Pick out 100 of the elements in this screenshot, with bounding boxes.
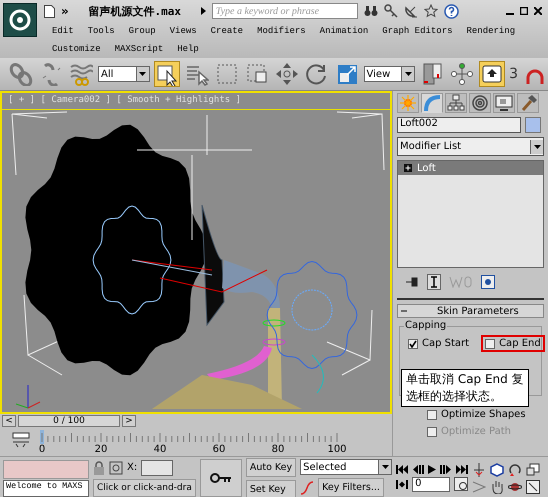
timeline-tick-label: 80 bbox=[272, 444, 284, 455]
monitor-icon bbox=[496, 96, 512, 111]
toolbar-button[interactable] bbox=[449, 61, 476, 87]
timeline-ruler[interactable] bbox=[40, 428, 340, 444]
next-frame-icon[interactable] bbox=[440, 464, 452, 474]
maximize-icon[interactable] bbox=[520, 7, 528, 15]
x-label: X: bbox=[127, 462, 138, 473]
scale-icon bbox=[338, 65, 357, 84]
star-icon[interactable] bbox=[424, 4, 438, 18]
hand-icon[interactable] bbox=[490, 480, 504, 494]
tangent-curve-icon[interactable] bbox=[300, 480, 314, 494]
go-to-end-icon[interactable] bbox=[456, 464, 468, 474]
play-icon[interactable] bbox=[428, 464, 436, 474]
toolbar-button[interactable] bbox=[479, 61, 506, 87]
key-filters-button[interactable]: Key Filters... bbox=[318, 478, 384, 497]
broken-chain-icon bbox=[42, 63, 60, 86]
close-icon[interactable] bbox=[534, 7, 542, 15]
previous-frame-icon[interactable] bbox=[412, 464, 424, 474]
timeline-tick-label: 100 bbox=[327, 444, 347, 455]
stack-item[interactable]: Loft bbox=[398, 161, 543, 175]
checkbox[interactable]: Cap Start bbox=[404, 335, 474, 352]
burst-icon bbox=[399, 94, 417, 112]
menu-item[interactable]: MAXScript bbox=[114, 43, 164, 55]
bent-pipe-icon bbox=[424, 95, 440, 112]
menu-item[interactable]: Animation bbox=[320, 25, 368, 37]
group-label: Capping bbox=[404, 320, 448, 331]
modifier-list-dropdown[interactable]: Modifier List bbox=[397, 137, 544, 156]
panel-tab[interactable] bbox=[493, 93, 515, 113]
menu-item[interactable]: Edit bbox=[52, 25, 74, 37]
menu-item[interactable]: Tools bbox=[88, 25, 115, 37]
expand-arrow-icon[interactable] bbox=[200, 7, 206, 15]
orbit-icon[interactable] bbox=[508, 462, 522, 476]
move-arrows-icon bbox=[276, 63, 298, 85]
show-end-result-icon[interactable] bbox=[427, 274, 441, 290]
key-mode-toggle-icon[interactable] bbox=[396, 480, 408, 488]
region-select-icon bbox=[217, 64, 236, 84]
checkbox[interactable]: Optimize Shapes bbox=[423, 406, 544, 423]
status-prompt: Click or click-and-dra bbox=[93, 478, 196, 496]
menu-item[interactable]: Rendering bbox=[466, 25, 516, 37]
help-icon[interactable] bbox=[444, 4, 459, 18]
menu-item[interactable]: Customize bbox=[52, 43, 101, 55]
new-document-icon[interactable] bbox=[44, 4, 55, 18]
go-to-start-icon[interactable] bbox=[396, 464, 408, 474]
key-icon bbox=[210, 473, 232, 483]
object-name-field[interactable]: Loft002 bbox=[397, 117, 521, 133]
dropdown-arrow-icon bbox=[382, 465, 389, 469]
configure-icon[interactable] bbox=[481, 275, 495, 289]
hierarchy-icon bbox=[448, 94, 464, 110]
menu-item[interactable]: Create bbox=[210, 25, 244, 37]
object-color-swatch[interactable] bbox=[525, 117, 541, 133]
manipulate-icon bbox=[451, 63, 474, 85]
x-coordinate-field[interactable] bbox=[141, 460, 174, 476]
menu-item[interactable]: Views bbox=[170, 25, 197, 37]
curve-editor-icon[interactable] bbox=[12, 432, 30, 448]
panel-tab[interactable] bbox=[469, 93, 491, 113]
hammer-icon bbox=[522, 95, 537, 111]
key-mode-dropdown[interactable]: Selected bbox=[300, 459, 392, 475]
panel-tab[interactable] bbox=[445, 93, 467, 113]
collapse-icon bbox=[401, 308, 407, 314]
window-icon[interactable] bbox=[526, 462, 540, 476]
key-icon[interactable] bbox=[384, 4, 398, 18]
chain-link-icon bbox=[10, 63, 32, 86]
magnet-icon bbox=[526, 70, 544, 84]
timeline-tick-label: 60 bbox=[212, 444, 226, 455]
timeline-tick-label: 20 bbox=[94, 444, 108, 455]
dropdown-arrow-icon bbox=[404, 72, 412, 76]
time-slider-thumb[interactable]: 0 / 100 bbox=[18, 415, 120, 427]
current-frame-field[interactable]: 0 bbox=[412, 476, 450, 492]
lock-icon[interactable] bbox=[93, 460, 105, 474]
previous-frame-button[interactable]: < bbox=[2, 415, 16, 427]
window-crossing-icon bbox=[247, 64, 266, 82]
axis-tripod-icon bbox=[16, 384, 40, 408]
pin-icon[interactable] bbox=[405, 276, 419, 288]
toolbar-dropdown[interactable]: View bbox=[364, 66, 416, 82]
set-key-button[interactable] bbox=[200, 459, 242, 497]
toolbar-dropdown[interactable]: All bbox=[98, 66, 150, 82]
search-field[interactable]: Type a keyword or phrase bbox=[212, 3, 358, 19]
auto-key-button[interactable]: Auto Key bbox=[246, 458, 296, 476]
expand-icon[interactable] bbox=[404, 164, 412, 172]
select-cursor-icon bbox=[157, 66, 177, 86]
overflow-button[interactable]: » bbox=[61, 4, 69, 18]
menu-item[interactable]: Group bbox=[128, 25, 156, 37]
toolbar-button[interactable] bbox=[154, 61, 180, 87]
dropdown-arrow-icon bbox=[139, 72, 146, 76]
snap-label: 3 bbox=[509, 66, 518, 82]
app-logo-icon[interactable] bbox=[3, 3, 37, 37]
time-config-icon[interactable] bbox=[454, 477, 468, 491]
menu-item[interactable]: Graph Editors bbox=[382, 25, 452, 37]
satellite-dish-icon[interactable] bbox=[404, 4, 418, 18]
cube-icon[interactable] bbox=[490, 462, 504, 476]
binoculars-icon[interactable] bbox=[364, 5, 378, 17]
checkbox[interactable]: Cap End bbox=[481, 335, 545, 352]
selection-icon[interactable] bbox=[109, 460, 123, 474]
menu-item[interactable]: Help bbox=[177, 43, 199, 55]
maximize-viewport-icon[interactable] bbox=[526, 480, 540, 494]
menu-item[interactable]: Modifiers bbox=[257, 25, 306, 37]
next-frame-button[interactable]: > bbox=[122, 415, 136, 427]
rollout-header[interactable]: Skin Parameters bbox=[397, 304, 544, 318]
field-of-view-icon[interactable] bbox=[472, 480, 486, 494]
set-key-mode-button[interactable]: Set Key bbox=[246, 480, 296, 497]
